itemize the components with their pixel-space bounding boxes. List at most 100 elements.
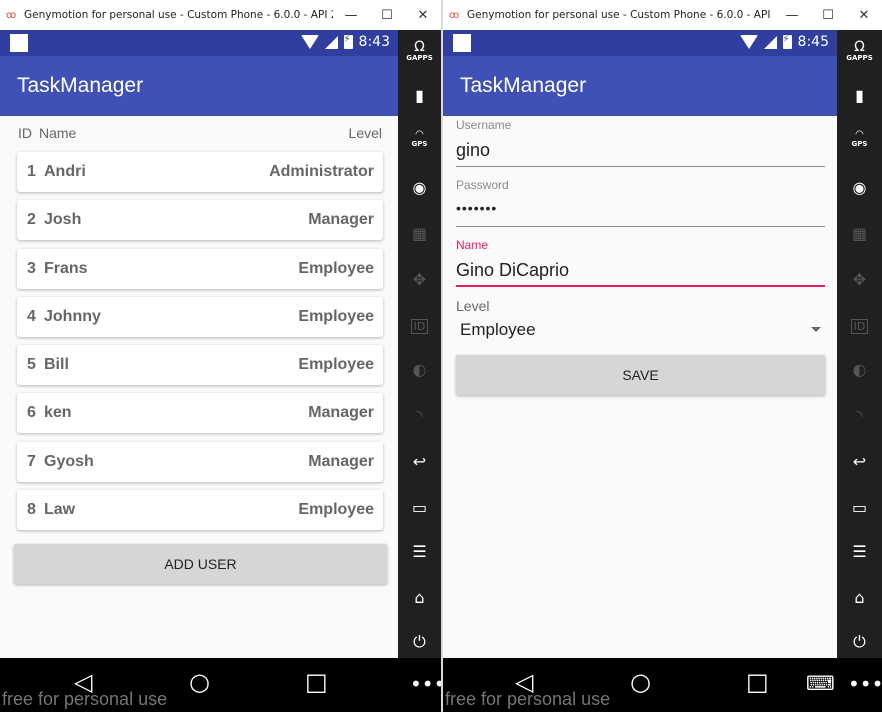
battery-tool-icon[interactable]: ▮ bbox=[837, 86, 882, 106]
user-id: 1 bbox=[27, 163, 36, 180]
watermark: free for personal use bbox=[445, 689, 611, 709]
user-name: Johnny bbox=[44, 307, 101, 325]
cast-icon: ◝ bbox=[856, 406, 863, 425]
id-icon: ID bbox=[398, 315, 441, 337]
menu-tool-icon[interactable]: ☰ bbox=[837, 542, 882, 562]
user-level: Employee bbox=[298, 356, 374, 374]
id-icon: ID bbox=[837, 315, 882, 337]
user-name: Bill bbox=[44, 356, 69, 374]
close-button[interactable]: ✕ bbox=[405, 8, 441, 23]
user-card[interactable]: 5 Bill Employee bbox=[17, 345, 383, 386]
back-tool-icon[interactable]: ↩ bbox=[398, 452, 441, 472]
status-time: 8:43 bbox=[358, 34, 390, 50]
username-underline bbox=[456, 166, 825, 167]
keyboard-icon[interactable]: ⌨ bbox=[806, 671, 835, 695]
minimize-button[interactable]: — bbox=[333, 8, 369, 23]
user-id: 7 bbox=[27, 452, 36, 470]
app-bar: TaskManager bbox=[443, 56, 837, 116]
user-id: 4 bbox=[27, 307, 36, 325]
window-title: Genymotion for personal use - Custom Pho… bbox=[467, 9, 774, 21]
home-tool-icon[interactable]: ⌂ bbox=[837, 588, 882, 608]
gps-tool-icon[interactable]: ◠ GPS bbox=[837, 130, 882, 149]
status-bar: 8:45 bbox=[443, 30, 837, 56]
user-level: Manager bbox=[308, 452, 374, 470]
level-select-value: Employee bbox=[460, 320, 536, 339]
user-card[interactable]: 1 Andri Administrator bbox=[17, 152, 383, 192]
gapps-icon[interactable]: Ω GAPPS bbox=[398, 40, 441, 62]
webcam-icon[interactable]: ◉ bbox=[837, 178, 882, 198]
recents-nav-icon[interactable]: □ bbox=[305, 668, 328, 696]
user-name: Andri bbox=[44, 163, 86, 180]
phone-screen: 8:43 TaskManager ID Name Level 1 Andri Adm… bbox=[0, 30, 398, 658]
app-bar: TaskManager bbox=[0, 56, 398, 116]
wifi-icon bbox=[300, 35, 319, 49]
dropdown-arrow-icon bbox=[811, 327, 821, 332]
save-button[interactable]: SAVE bbox=[456, 355, 825, 395]
home-tool-icon[interactable]: ⌂ bbox=[398, 588, 441, 608]
status-time: 8:45 bbox=[797, 34, 829, 50]
user-level: Employee bbox=[298, 259, 374, 277]
user-card[interactable]: 8 Law Employee bbox=[17, 490, 383, 531]
power-icon[interactable]: ⏻ bbox=[398, 632, 441, 652]
notification-icon bbox=[453, 34, 471, 52]
level-label: Level bbox=[456, 298, 490, 314]
recent-apps-tool-icon[interactable]: ▭ bbox=[837, 498, 882, 518]
status-bar: 8:43 bbox=[0, 30, 398, 56]
signal-icon bbox=[763, 35, 777, 49]
user-card[interactable]: 7 Gyosh Manager bbox=[17, 441, 383, 482]
user-level: Employee bbox=[298, 307, 374, 325]
user-id: 3 bbox=[27, 259, 36, 277]
username-field[interactable]: gino bbox=[456, 140, 490, 161]
genymotion-toolbar: Ω GAPPS ▮ ◠ GPS ◉ ▦ ✥ ID ◐ ◝ ↩ ▭ ☰ ⌂ ⏻ bbox=[398, 30, 441, 658]
maximize-button[interactable]: ☐ bbox=[369, 8, 405, 23]
app-title: TaskManager bbox=[460, 74, 587, 97]
username-label: Username bbox=[456, 118, 512, 132]
user-id: 8 bbox=[27, 501, 36, 519]
power-icon[interactable]: ⏻ bbox=[837, 632, 882, 652]
user-level: Employee bbox=[298, 501, 374, 519]
genymotion-logo-icon: oo bbox=[449, 9, 459, 21]
home-nav-icon[interactable]: ○ bbox=[630, 668, 651, 696]
user-name: Josh bbox=[44, 211, 82, 229]
recent-apps-tool-icon[interactable]: ▭ bbox=[398, 498, 441, 518]
user-card[interactable]: 2 Josh Manager bbox=[17, 200, 383, 241]
gps-tool-icon[interactable]: ◠ GPS bbox=[398, 130, 441, 149]
user-id: 5 bbox=[27, 356, 36, 374]
back-tool-icon[interactable]: ↩ bbox=[837, 452, 882, 472]
name-field[interactable]: Gino DiCaprio bbox=[456, 260, 569, 281]
android-nav-bar: ◁ ○ □ ⌨ ••• free for personal use bbox=[443, 658, 882, 712]
home-nav-icon[interactable]: ○ bbox=[189, 668, 210, 696]
genymotion-logo-icon: oo bbox=[6, 9, 16, 21]
user-card[interactable]: 4 Johnny Employee bbox=[17, 296, 383, 337]
user-name: ken bbox=[44, 404, 72, 422]
dpad-icon: ✥ bbox=[852, 270, 867, 289]
window-titlebar: oo Genymotion for personal use - Custom … bbox=[443, 0, 882, 30]
watermark: free for personal use bbox=[2, 689, 168, 709]
battery-icon bbox=[343, 34, 353, 49]
user-id: 2 bbox=[27, 211, 36, 229]
minimize-button[interactable]: — bbox=[774, 8, 810, 23]
recents-nav-icon[interactable]: □ bbox=[746, 668, 769, 696]
level-select[interactable]: Employee bbox=[460, 320, 825, 342]
battery-icon bbox=[782, 34, 792, 49]
maximize-button[interactable]: ☐ bbox=[810, 8, 846, 23]
name-label: Name bbox=[456, 238, 489, 252]
header-level: Level bbox=[348, 125, 382, 141]
password-field[interactable]: ••••••• bbox=[456, 200, 497, 216]
user-card[interactable]: 3 Frans Employee bbox=[17, 248, 383, 289]
window-titlebar: oo Genymotion for personal use - Custom … bbox=[0, 0, 441, 30]
password-label: Password bbox=[456, 178, 509, 192]
capture-icon: ▦ bbox=[851, 224, 868, 243]
webcam-icon[interactable]: ◉ bbox=[398, 178, 441, 198]
android-nav-bar: ◁ ○ □ ••• free for personal use bbox=[0, 658, 445, 712]
user-level: Manager bbox=[308, 404, 374, 422]
menu-tool-icon[interactable]: ☰ bbox=[398, 542, 441, 562]
user-card[interactable]: 6 ken Manager bbox=[17, 393, 383, 434]
close-button[interactable]: ✕ bbox=[846, 8, 882, 23]
name-underline bbox=[456, 285, 825, 287]
gapps-icon[interactable]: Ω GAPPS bbox=[837, 40, 882, 62]
app-title: TaskManager bbox=[17, 74, 144, 97]
battery-tool-icon[interactable]: ▮ bbox=[398, 86, 441, 106]
add-user-button[interactable]: ADD USER bbox=[14, 544, 387, 584]
more-icon[interactable]: ••• bbox=[848, 672, 882, 696]
